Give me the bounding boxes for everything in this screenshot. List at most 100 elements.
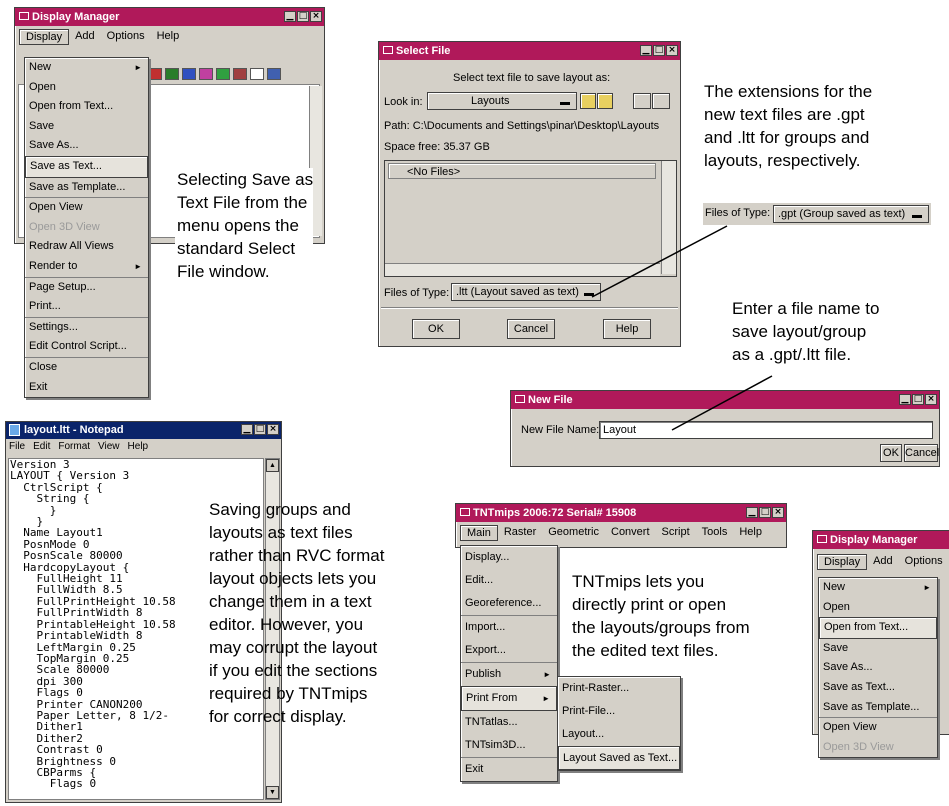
menu-item-tntsim3d[interactable]: TNTsim3D... [461, 734, 557, 758]
vector-icon[interactable] [182, 68, 196, 80]
maximize-button[interactable]: □ [912, 394, 924, 405]
new-folder-button[interactable] [597, 93, 613, 109]
menu-item-print[interactable]: Print... [25, 297, 148, 318]
maximize-button[interactable]: □ [254, 424, 266, 435]
menu-item-display[interactable]: Display... [461, 546, 557, 569]
menu-script[interactable]: Script [656, 525, 696, 541]
minimize-button[interactable]: ▁ [899, 394, 911, 405]
menu-item-open[interactable]: Open [25, 78, 148, 98]
menu-item-tntatlas[interactable]: TNTatlas... [461, 711, 557, 734]
files-of-type-dropdown[interactable]: .ltt (Layout saved as text) [451, 283, 601, 301]
menu-format[interactable]: Format [58, 441, 90, 452]
menu-help[interactable]: Help [128, 441, 149, 452]
menu-display[interactable]: Display [19, 29, 70, 45]
folder-up-button[interactable] [580, 93, 596, 109]
minimize-button[interactable]: ▁ [746, 507, 758, 518]
tin-icon[interactable] [216, 68, 230, 80]
minimize-button[interactable]: ▁ [640, 45, 652, 56]
menu-item-exit[interactable]: Exit [25, 378, 148, 398]
menu-tools[interactable]: Tools [696, 525, 734, 541]
menu-item-open[interactable]: Open [819, 598, 937, 618]
window-menu-icon[interactable] [460, 508, 470, 516]
maximize-button[interactable]: □ [297, 11, 309, 22]
menu-item-new[interactable]: New ► [819, 578, 937, 598]
menu-file[interactable]: File [9, 441, 25, 452]
menu-item-print-from[interactable]: Print From ► [461, 686, 557, 711]
legend-icon[interactable] [267, 68, 281, 80]
ok-button[interactable]: OK [880, 444, 902, 462]
menu-item-import[interactable]: Import... [461, 616, 557, 639]
grid-icon[interactable] [199, 68, 213, 80]
menu-item-save-as-text[interactable]: Save as Text... [25, 155, 148, 178]
scroll-up-icon[interactable]: ▲ [266, 459, 279, 472]
cancel-button[interactable]: Cancel [507, 319, 555, 339]
menu-convert[interactable]: Convert [605, 525, 656, 541]
menu-item-edit-control-script[interactable]: Edit Control Script... [25, 337, 148, 358]
window-menu-icon[interactable] [383, 46, 393, 54]
menu-item-open-view[interactable]: Open View [819, 718, 937, 738]
maximize-button[interactable]: □ [653, 45, 665, 56]
menu-item-edit[interactable]: Edit... [461, 569, 557, 592]
menu-item-print-file[interactable]: Print-File... [558, 700, 680, 723]
minimize-button[interactable]: ▁ [284, 11, 296, 22]
menu-edit[interactable]: Edit [33, 441, 50, 452]
scroll-down-icon[interactable]: ▼ [266, 786, 279, 799]
close-button[interactable]: × [666, 45, 678, 56]
menu-item-open-from-text[interactable]: Open from Text... [819, 617, 937, 639]
close-button[interactable]: × [267, 424, 279, 435]
menu-item-save-as[interactable]: Save As... [25, 136, 148, 156]
menu-item-georeference[interactable]: Georeference... [461, 592, 557, 616]
menu-item-save-as-template[interactable]: Save as Template... [25, 178, 148, 199]
folder-icon-button[interactable] [633, 93, 651, 109]
db-icon[interactable] [233, 68, 247, 80]
menu-item-print-raster[interactable]: Print-Raster... [558, 677, 680, 700]
cancel-button[interactable]: Cancel [904, 444, 939, 462]
menu-geometric[interactable]: Geometric [542, 525, 605, 541]
menu-item-layout-saved-as-text[interactable]: Layout Saved as Text... [558, 746, 680, 770]
close-button[interactable]: × [772, 507, 784, 518]
raster-icon[interactable] [165, 68, 179, 80]
menu-item-export[interactable]: Export... [461, 639, 557, 663]
menu-help[interactable]: Help [151, 29, 186, 45]
menu-item-open-from-text[interactable]: Open from Text... [25, 97, 148, 117]
minimize-button[interactable]: ▁ [241, 424, 253, 435]
close-button[interactable]: × [310, 11, 322, 22]
menu-item-save-as-text[interactable]: Save as Text... [819, 678, 937, 698]
menu-item-publish[interactable]: Publish ► [461, 663, 557, 686]
list-item[interactable]: <No Files> [388, 163, 656, 179]
menu-item-render-to[interactable]: Render to ► [25, 257, 148, 278]
menu-item-exit[interactable]: Exit [461, 758, 557, 781]
horizontal-scrollbar[interactable] [385, 263, 660, 276]
menu-main[interactable]: Main [460, 525, 498, 541]
new-file-name-input[interactable]: Layout [599, 421, 933, 439]
menu-item-save[interactable]: Save [25, 117, 148, 137]
file-icon-button[interactable] [652, 93, 670, 109]
text-icon[interactable] [250, 68, 264, 80]
maximize-button[interactable]: □ [759, 507, 771, 518]
window-menu-icon[interactable] [817, 535, 827, 543]
menu-raster[interactable]: Raster [498, 525, 542, 541]
files-of-type-dropdown[interactable]: .gpt (Group saved as text) [773, 205, 929, 223]
window-menu-icon[interactable] [19, 12, 29, 20]
menu-item-open-view[interactable]: Open View [25, 198, 148, 218]
look-in-dropdown[interactable]: Layouts [427, 92, 577, 110]
menu-item-save[interactable]: Save [819, 639, 937, 659]
menu-item-layout[interactable]: Layout... [558, 723, 680, 746]
vertical-scrollbar[interactable] [661, 161, 676, 274]
menu-item-new[interactable]: New ► [25, 58, 148, 78]
menu-item-close[interactable]: Close [25, 358, 148, 378]
help-button[interactable]: Help [603, 319, 651, 339]
ok-button[interactable]: OK [412, 319, 460, 339]
menu-add[interactable]: Add [69, 29, 101, 45]
menu-item-save-as-template[interactable]: Save as Template... [819, 698, 937, 719]
menu-display[interactable]: Display [817, 554, 868, 570]
window-menu-icon[interactable] [515, 395, 525, 403]
menu-item-save-as[interactable]: Save As... [819, 658, 937, 678]
menu-options[interactable]: Options [101, 29, 151, 45]
menu-options[interactable]: Options [899, 554, 949, 570]
menu-item-redraw[interactable]: Redraw All Views [25, 237, 148, 257]
menu-add[interactable]: Add [867, 554, 899, 570]
menu-view[interactable]: View [98, 441, 120, 452]
add-layer-icon[interactable] [148, 68, 162, 80]
close-button[interactable]: × [925, 394, 937, 405]
